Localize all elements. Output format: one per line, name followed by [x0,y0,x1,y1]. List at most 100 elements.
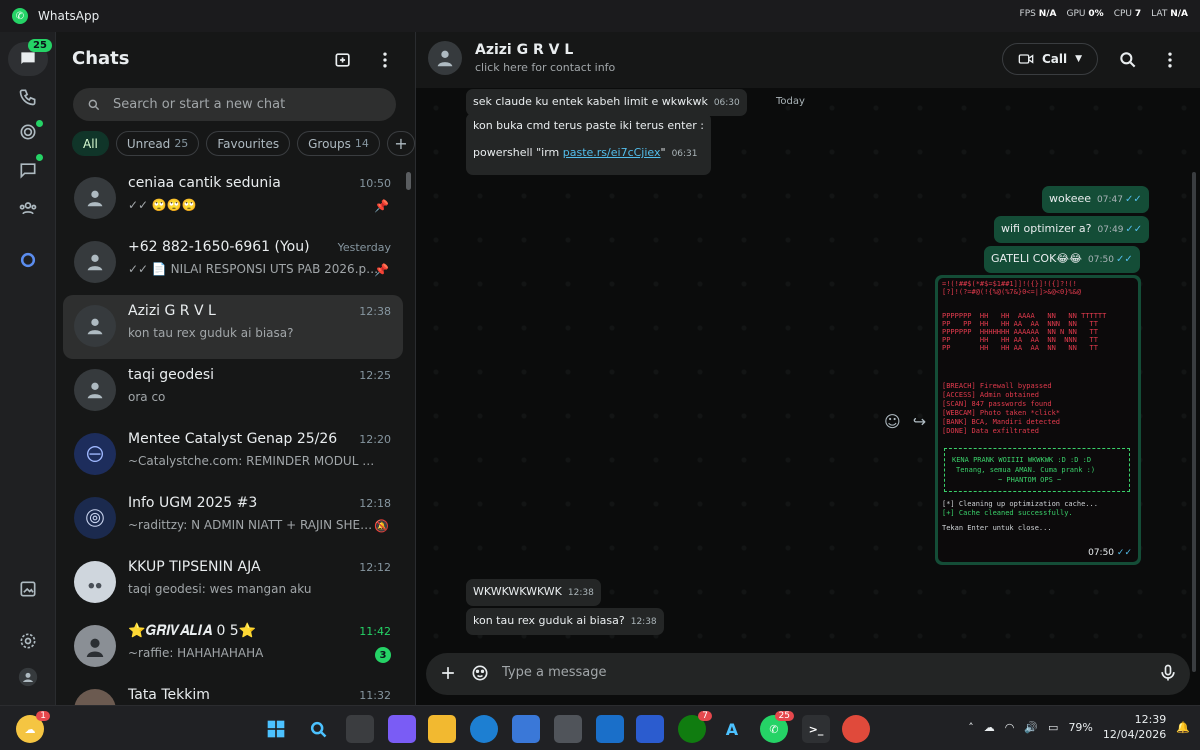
navigation-rail: 25 [0,32,56,705]
volume-icon[interactable]: 🔊 [1024,721,1038,734]
chat-list-scrollbar[interactable] [406,172,411,190]
terminal-screenshot-image[interactable]: =!(!##$(*#$=$1##1]]!({}]!({]?!(! [?]!(?=… [938,278,1138,562]
outgoing-message[interactable]: GATELI COK😂😂 07:50 ✓✓ [984,246,1140,273]
chat-preview: ora co [128,390,166,404]
wifi-icon[interactable]: ◠ [1005,721,1015,734]
chats-heading: Chats [72,48,130,69]
filter-all-chip[interactable]: All [72,131,109,156]
weather-widget-icon[interactable]: ☁ 1 [16,711,50,743]
conversation-scrollbar[interactable] [1192,172,1196,672]
whatsapp-taskbar-icon[interactable]: ✆ 25 [760,711,794,743]
edge-browser-icon[interactable] [470,715,498,743]
sticker-emoji-icon[interactable] [470,663,490,683]
microphone-icon[interactable] [1158,663,1178,683]
add-filter-plus-icon[interactable]: + [386,131,415,156]
search-input[interactable] [113,97,373,112]
call-button[interactable]: Call ▼ [1002,43,1098,75]
chat-preview: ~Catalystche.com: REMINDER MODUL CATAL..… [128,454,380,468]
outlook-icon[interactable] [596,715,624,743]
clock-time: 12:39 [1134,713,1167,726]
group-avatar-image [74,497,116,539]
chat-preview: ~radittzy: N ADMIN NIATT + RAJIN SHERE .… [128,518,380,532]
outgoing-image-message[interactable]: =!(!##$(*#$=$1##1]]!({}]!({]?!(! [?]!(?=… [935,275,1141,565]
chat-row[interactable]: Info UGM 2025 #3 12:18 ~radittzy: N ADMI… [63,487,403,551]
terminal-icon[interactable]: >_ [802,715,830,743]
incoming-message[interactable]: WKWKWKWKWK 12:38 [466,579,601,606]
incoming-message[interactable]: kon buka cmd terus paste iki terus enter… [466,113,711,175]
chevron-up-icon[interactable]: ˄ [968,721,974,734]
app-icon[interactable] [554,715,582,743]
terminal-line: [DONE] Data exfiltrated [942,427,1039,435]
file-explorer-icon[interactable] [428,715,456,743]
meta-ai-icon[interactable] [14,246,42,274]
cloud-icon[interactable]: ☁ [984,721,995,734]
message-actions: ☺ ↪ [884,412,926,431]
battery-percent: 79% [1068,720,1093,734]
contact-info-hint[interactable]: click here for contact info [475,61,615,74]
copilot-icon[interactable] [388,715,416,743]
chat-row[interactable]: ⭐𝑮𝑹𝑰𝑽𝑨𝑳𝑰𝑨 0 5⭐ 11:42 ~raffie: HAHAHAHAHA… [63,615,403,679]
chat-row[interactable]: Mentee Catalyst Genap 25/26 12:20 ~Catal… [63,423,403,487]
conversation-header[interactable]: Azizi G R V L click here for contact inf… [416,32,1200,88]
outgoing-message[interactable]: wokeee 07:47 ✓✓ [1042,186,1149,213]
filter-groups-chip[interactable]: Groups 14 [297,131,380,156]
media-nav-icon[interactable] [14,575,42,603]
chat-name: ceniaa cantik sedunia [128,175,281,191]
calls-nav-icon[interactable] [14,83,42,111]
message-link[interactable]: paste.rs/ei7cCjiex [563,146,661,159]
forward-icon[interactable]: ↪ [913,412,926,431]
attach-plus-icon[interactable] [438,663,458,683]
notification-bell-icon[interactable]: 🔔 [1176,721,1190,734]
start-windows-icon[interactable] [262,715,290,743]
terminal-line: [WEBCAM] Photo taken *click* [942,409,1061,417]
message-time: 07:50 ✓✓ [1088,548,1132,558]
chat-preview: ~raffie: HAHAHAHAHA [128,646,264,660]
task-view-icon[interactable] [346,715,374,743]
pin-icon: 📌 [374,199,389,213]
conversation-panel: Azizi G R V L click here for contact inf… [416,32,1200,705]
read-ticks-icon: ✓✓ [1125,224,1143,235]
outgoing-message[interactable]: wifi optimizer a? 07:49 ✓✓ [994,216,1150,243]
menu-kebab-icon[interactable] [1160,50,1180,70]
search-icon[interactable] [1118,50,1138,70]
chat-name: KKUP TIPSENIN AJA [128,559,261,575]
search-icon[interactable] [304,715,332,743]
search-bar[interactable] [73,88,396,121]
terminal-glitch-art: =!(!##$(*#$=$1##1]]!({}]!({]?!(! [?]!(?=… [942,280,1082,296]
chat-list-panel: Chats All Unread25 Favourites Groups14 +… [56,32,416,731]
chat-time: 12:18 [359,497,391,510]
menu-kebab-icon[interactable] [375,50,395,70]
settings-gear-icon[interactable] [14,627,42,655]
xbox-icon[interactable]: 7 [678,711,712,743]
chat-row[interactable]: +62 882-1650-6961 (You) Yesterday ✓✓ 📄 N… [63,231,403,295]
microsoft-store-icon[interactable] [512,715,540,743]
gpu-readout: GPU 0% [1066,9,1104,19]
chat-row[interactable]: taqi geodesi 12:25 ora co [63,359,403,423]
profile-avatar-icon[interactable] [14,663,42,691]
incoming-message[interactable]: sek claude ku entek kabeh limit e wkwkwk… [466,89,747,116]
contact-avatar-icon[interactable] [428,41,462,75]
communities-nav-icon[interactable] [14,194,42,222]
filter-unread-chip[interactable]: Unread 25 [115,131,200,156]
chat-name: Tata Tekkim [128,687,210,703]
chats-unread-badge: 25 [28,39,52,52]
status-dot [36,120,43,127]
message-input[interactable] [502,665,1062,680]
new-chat-icon[interactable] [333,50,353,70]
message-time: 06:31 [671,149,698,159]
chat-preview: ✓✓ 📄 NILAI RESPONSI UTS PAB 2026.pdf •..… [128,262,380,276]
chat-row[interactable]: ceniaa cantik sedunia 10:50 ✓✓ 🙄🙄🙄 📌 [63,167,403,231]
contact-name[interactable]: Azizi G R V L [475,42,573,58]
chrome-icon[interactable] [842,715,870,743]
chat-row-selected[interactable]: Azizi G R V L 12:38 kon tau rex guduk ai… [63,295,403,359]
chat-name: taqi geodesi [128,367,215,383]
battery-icon[interactable]: ▭ [1048,721,1058,734]
clock[interactable]: 12:39 12/04/2026 [1103,712,1166,742]
app-icon[interactable]: A [718,715,746,743]
title-bar: ✆ WhatsApp FPS N/A GPU 0% CPU 7 LAT N/A [0,0,1200,32]
incoming-message[interactable]: kon tau rex guduk ai biasa? 12:38 [466,608,664,635]
emoji-react-icon[interactable]: ☺ [884,412,901,431]
filter-favourites-chip[interactable]: Favourites [206,131,291,156]
app-icon[interactable] [636,715,664,743]
chat-row[interactable]: KKUP TIPSENIN AJA 12:12 taqi geodesi: we… [63,551,403,615]
